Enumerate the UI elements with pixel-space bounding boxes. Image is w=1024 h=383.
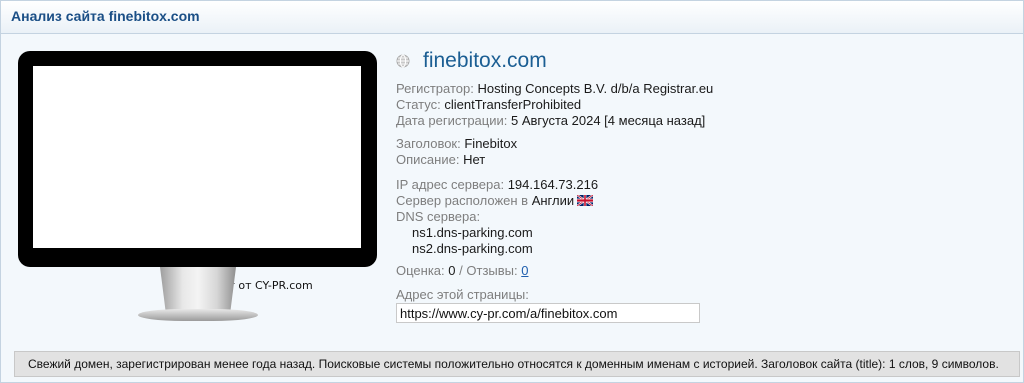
globe-icon (396, 54, 410, 68)
site-title-value: Finebitox (464, 136, 518, 151)
description-row: Описание: Нет (396, 152, 485, 168)
monitor-frame (18, 51, 377, 267)
registrar-row: Регистратор: Hosting Concepts B.V. d/b/a… (396, 81, 713, 97)
regdate-value: 5 Августа 2024 [4 месяца назад] (510, 113, 706, 128)
description-value: Нет (463, 152, 486, 167)
rating-separator: / (459, 263, 463, 278)
registrar-label: Регистратор: (396, 81, 474, 96)
status-value: clientTransferProhibited (444, 97, 582, 112)
rating-value: 0 (448, 263, 456, 278)
dns-row: DNS сервера: (396, 209, 480, 225)
site-analysis-card: Анализ сайта finebitox.com Скриншот от C… (0, 0, 1024, 383)
status-label: Статус: (396, 97, 441, 112)
dns-server-item: ns1.dns-parking.com (412, 225, 533, 240)
page-title: Анализ сайта finebitox.com (11, 8, 200, 24)
monitor-base (138, 309, 258, 321)
monitor-stand (160, 267, 236, 315)
reviews-link[interactable]: 0 (521, 263, 528, 278)
page-url-label: Адрес этой страницы: (396, 287, 529, 302)
uk-flag-icon (577, 195, 594, 206)
registrar-value: Hosting Concepts B.V. d/b/a Registrar.eu (477, 81, 714, 96)
location-row: Сервер расположен в Англии (396, 193, 594, 209)
description-label: Описание: (396, 152, 460, 167)
monitor-screen (33, 66, 361, 248)
domain-title: finebitox.com (423, 49, 547, 72)
dns-server-item: ns2.dns-parking.com (412, 241, 533, 256)
rating-label: Оценка: (396, 263, 445, 278)
screenshot-preview: Скриншот от CY-PR.com (18, 51, 377, 323)
status-row: Статус: clientTransferProhibited (396, 97, 581, 113)
page-url-input[interactable] (396, 303, 700, 323)
domain-notice-bar: Свежий домен, зарегистрирован менее года… (14, 351, 1020, 377)
page-url-row: Адрес этой страницы: (396, 287, 529, 303)
ip-label: IP адрес сервера: (396, 177, 505, 192)
domain-info-panel: finebitox.com Регистратор: Hosting Conce… (394, 1, 1014, 341)
reviews-label: Отзывы: (466, 263, 518, 278)
location-label: Сервер расположен в (396, 193, 529, 208)
ip-value: 194.164.73.216 (507, 177, 599, 192)
regdate-label: Дата регистрации: (396, 113, 508, 128)
site-title-label: Заголовок: (396, 136, 461, 151)
regdate-row: Дата регистрации: 5 Августа 2024 [4 меся… (396, 113, 705, 129)
dns-label: DNS сервера: (396, 209, 481, 224)
ip-row: IP адрес сервера: 194.164.73.216 (396, 177, 598, 193)
location-value: Англии (531, 193, 575, 208)
rating-row: Оценка: 0 / Отзывы: 0 (396, 263, 528, 279)
title-row: Заголовок: Finebitox (396, 136, 517, 152)
